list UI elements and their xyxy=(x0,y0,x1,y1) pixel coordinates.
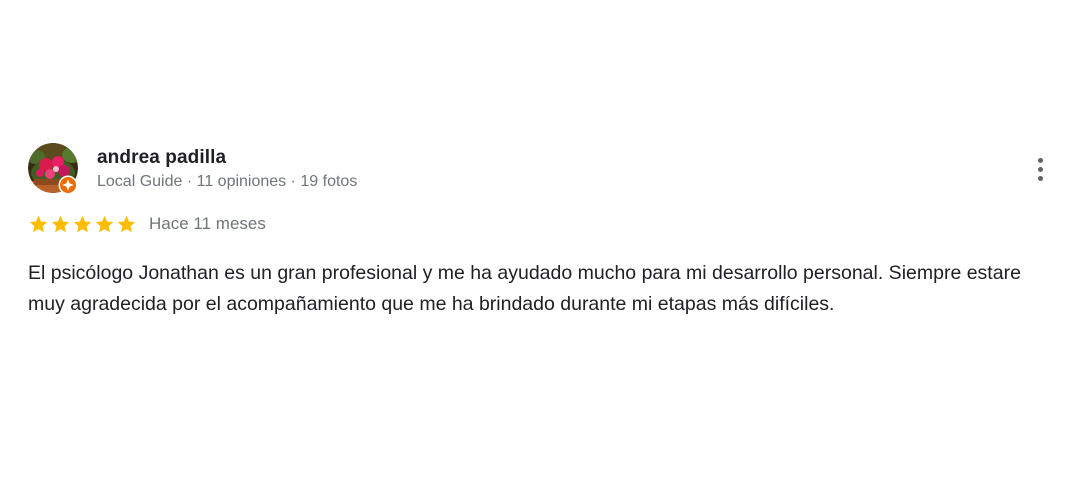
star-icon xyxy=(51,215,70,232)
star-icon xyxy=(29,215,48,232)
star-icon xyxy=(73,215,92,232)
star-rating xyxy=(28,214,137,235)
more-vert-icon-dot xyxy=(1037,166,1043,172)
reviewer-name[interactable]: andrea padilla xyxy=(97,147,226,169)
star-icon xyxy=(117,215,136,232)
rating-row: Hace 11 meses xyxy=(28,212,266,236)
more-vert-icon xyxy=(1037,157,1043,163)
review-header: andrea padilla Local Guide · 11 opinione… xyxy=(28,143,1052,195)
more-options-button[interactable] xyxy=(1028,153,1052,185)
reviewer-meta: Local Guide · 11 opiniones · 19 fotos xyxy=(97,173,358,190)
review-card: andrea padilla Local Guide · 11 opinione… xyxy=(28,143,1052,315)
local-guide-badge-icon xyxy=(58,175,78,195)
more-vert-icon-dot xyxy=(1037,175,1043,181)
reviewer-avatar[interactable] xyxy=(28,143,78,195)
review-date: Hace 11 meses xyxy=(149,214,266,233)
star-icon xyxy=(95,215,114,232)
review-text: El psicólogo Jonathan es un gran profesi… xyxy=(28,262,1021,315)
